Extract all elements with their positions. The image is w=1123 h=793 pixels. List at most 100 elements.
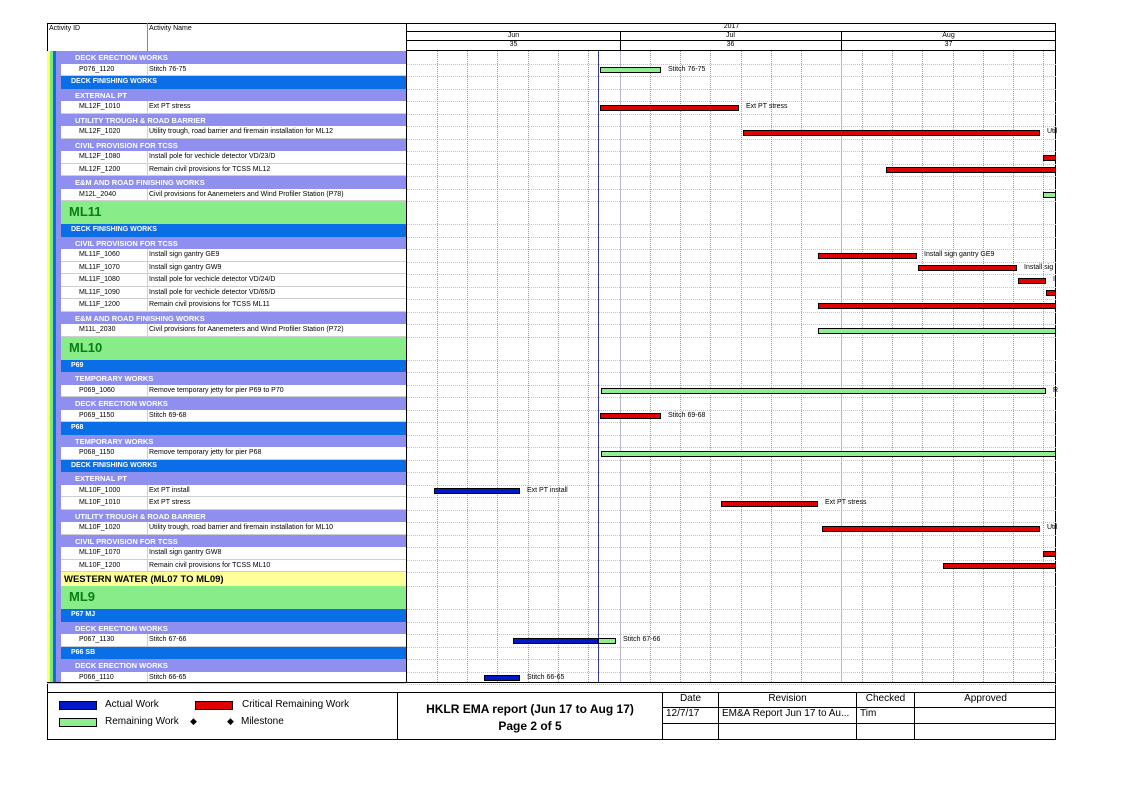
critical-work-bar[interactable] (1046, 290, 1056, 296)
activity-id-header[interactable]: Activity ID (49, 25, 80, 32)
critical-work-bar[interactable] (743, 129, 1040, 136)
actual-work-bar[interactable] (484, 675, 520, 681)
day-gridline (497, 51, 498, 682)
wbs-subgroup-row[interactable]: DECK ERECTION WORKS (47, 621, 406, 634)
section-row[interactable]: ML9 (47, 586, 406, 609)
row-gridline (407, 88, 1056, 90)
remaining-work-bar[interactable] (818, 327, 1056, 334)
activity-id: ML11F_1090 (79, 288, 120, 296)
day-gridline (892, 51, 893, 682)
wbs-subgroup-row[interactable]: UTILITY TROUGH & ROAD BARRIER (47, 113, 406, 126)
section-row[interactable]: ML11 (47, 201, 406, 224)
activity-row[interactable]: ML12F_1010 Ext PT stress (47, 101, 406, 114)
activity-row[interactable]: ML10F_1010 Ext PT stress (47, 497, 406, 510)
activity-name: Install sign gantry GW8 (149, 549, 222, 556)
activity-row[interactable]: ML12F_1080 Install pole for vechicle dete… (47, 151, 406, 164)
wbs-subgroup-row[interactable]: TEMPORARY WORKS (47, 372, 406, 385)
remaining-work-bar[interactable] (1043, 192, 1056, 198)
critical-work-bar[interactable] (818, 252, 917, 259)
wbs-subgroup-row[interactable]: EXTERNAL PT (47, 472, 406, 485)
wbs-group-row[interactable]: P67 MJ (47, 609, 406, 622)
activity-name: Remain civil provisions for TCSS ML11 (149, 301, 270, 308)
activity-row[interactable]: P069_1150 Stitch 69-68 (47, 409, 406, 422)
critical-work-bar[interactable] (600, 104, 739, 111)
activity-row[interactable]: ML10F_1000 Ext PT install (47, 484, 406, 497)
activity-row[interactable]: ML11F_1090 Install pole for vechicle dete… (47, 286, 406, 299)
activity-row[interactable]: P076_1120 Stitch 76-75 (47, 63, 406, 76)
remaining-work-bar[interactable] (598, 637, 616, 644)
activity-id: P066_1110 (79, 673, 114, 681)
activity-row[interactable]: ML11F_1200 Remain civil provisions for TC… (47, 299, 406, 312)
activity-row[interactable]: ML12F_1200 Remain civil provisions for TC… (47, 163, 406, 176)
activity-row[interactable]: ML12F_1020 Utility trough, road barrier a… (47, 126, 406, 139)
wbs-subgroup-row[interactable]: DECK ERECTION WORKS (47, 659, 406, 672)
rev-header-revision: Revision (719, 693, 857, 708)
activity-id: P068_1150 (79, 449, 115, 456)
activity-name: Install sign gantry GW9 (149, 263, 222, 271)
wbs-subgroup-row[interactable]: E&M AND ROAD FINISHING WORKS (47, 311, 406, 324)
wbs-subgroup-row[interactable]: EXTERNAL PT (47, 88, 406, 101)
row-gridline (407, 409, 1056, 411)
critical-work-bar[interactable] (818, 302, 1056, 309)
activity-row[interactable]: P068_1150 Remove temporary jetty for pier… (47, 447, 406, 460)
actual-work-bar[interactable] (513, 637, 598, 644)
bar-label: Ext PT install (527, 486, 568, 494)
critical-work-bar[interactable] (1043, 550, 1056, 557)
timescale-year: 2017 (723, 23, 740, 30)
section-row[interactable]: ML10 (47, 336, 406, 360)
timescale-month-aug: Aug (942, 32, 955, 39)
section-label: ML11 (69, 204, 102, 219)
table-gantt-divider[interactable] (406, 23, 407, 682)
remaining-work-bar[interactable] (600, 67, 661, 73)
wbs-group-row[interactable]: P66 SB (47, 646, 406, 659)
activity-row[interactable]: ML11F_1060 Install sign gantry GE9 (47, 249, 406, 262)
row-gridline (407, 188, 1056, 190)
critical-work-bar[interactable] (721, 500, 818, 507)
critical-work-bar[interactable] (918, 265, 1017, 271)
wbs-group-row[interactable]: P69 (47, 359, 406, 372)
activity-row[interactable]: P067_1130 Stitch 67-66 (47, 634, 406, 647)
wbs-subgroup-label: UTILITY TROUGH & ROAD BARRIER (75, 511, 206, 521)
page-number: Page 2 of 5 (498, 719, 562, 733)
activity-row[interactable]: M11L_2030 Civil provisions for Aanemeters… (47, 324, 406, 337)
activity-row[interactable]: ML10F_1200 Remain civil provisions for TC… (47, 559, 406, 572)
wbs-subgroup-row[interactable]: CIVIL PROVISION FOR TCSS (47, 138, 406, 151)
wbs-subgroup-row[interactable]: TEMPORARY WORKS (47, 434, 406, 447)
critical-work-bar[interactable] (1018, 277, 1046, 284)
footer-divider (47, 682, 1056, 683)
rev-header-approved: Approved (915, 693, 1056, 708)
wbs-subgroup-row[interactable]: DECK ERECTION WORKS (47, 51, 406, 64)
row-gridline (407, 126, 1056, 127)
activity-row[interactable]: ML10F_1020 Utility trough, road barrier a… (47, 522, 406, 535)
critical-work-bar[interactable] (943, 563, 1056, 569)
critical-work-bar[interactable] (886, 167, 1056, 173)
wbs-group-row[interactable]: P68 (47, 422, 406, 435)
critical-work-bar[interactable] (822, 525, 1040, 532)
critical-work-bar[interactable] (1043, 154, 1056, 161)
region-row[interactable]: WESTERN WATER (ML07 TO ML09) (47, 572, 406, 586)
wbs-subgroup-row[interactable]: E&M AND ROAD FINISHING WORKS (47, 176, 406, 189)
wbs-group-row[interactable]: DECK FINISHING WORKS (47, 76, 406, 89)
wbs-subgroup-label: DECK ERECTION WORKS (75, 53, 168, 62)
activity-row[interactable]: ML10F_1070 Install sign gantry GW8 (47, 547, 406, 560)
activity-name-header[interactable]: Activity Name (149, 25, 192, 32)
bar-label: Util (1047, 524, 1058, 531)
activity-name: Install sign gantry GE9 (149, 251, 220, 258)
wbs-group-row[interactable]: DECK FINISHING WORKS (47, 224, 406, 237)
activity-row[interactable]: P069_1060 Remove temporary jetty for pier… (47, 384, 406, 397)
wbs-indent-stripes (47, 51, 61, 682)
activity-row[interactable]: ML11F_1070 Install sign gantry GW9 (47, 261, 406, 274)
wbs-group-row[interactable]: DECK FINISHING WORKS (47, 459, 406, 472)
wbs-subgroup-row[interactable]: CIVIL PROVISION FOR TCSS (47, 236, 406, 249)
critical-work-bar[interactable] (600, 413, 661, 419)
activity-row[interactable]: M12L_2040 Civil provisions for Aanemeters… (47, 188, 406, 201)
activity-row[interactable]: ML11F_1080 Install pole for vechicle dete… (47, 274, 406, 287)
activity-id: P076_1120 (79, 65, 115, 73)
wbs-subgroup-row[interactable]: CIVIL PROVISION FOR TCSS (47, 534, 406, 547)
wbs-subgroup-row[interactable]: UTILITY TROUGH & ROAD BARRIER (47, 509, 406, 522)
activity-name: Remove temporary jetty for pier P69 to P… (149, 386, 284, 394)
remaining-work-bar[interactable] (601, 450, 1056, 457)
wbs-subgroup-row[interactable]: DECK ERECTION WORKS (47, 397, 406, 410)
remaining-work-bar[interactable] (601, 388, 1046, 394)
actual-work-bar[interactable] (434, 488, 520, 494)
